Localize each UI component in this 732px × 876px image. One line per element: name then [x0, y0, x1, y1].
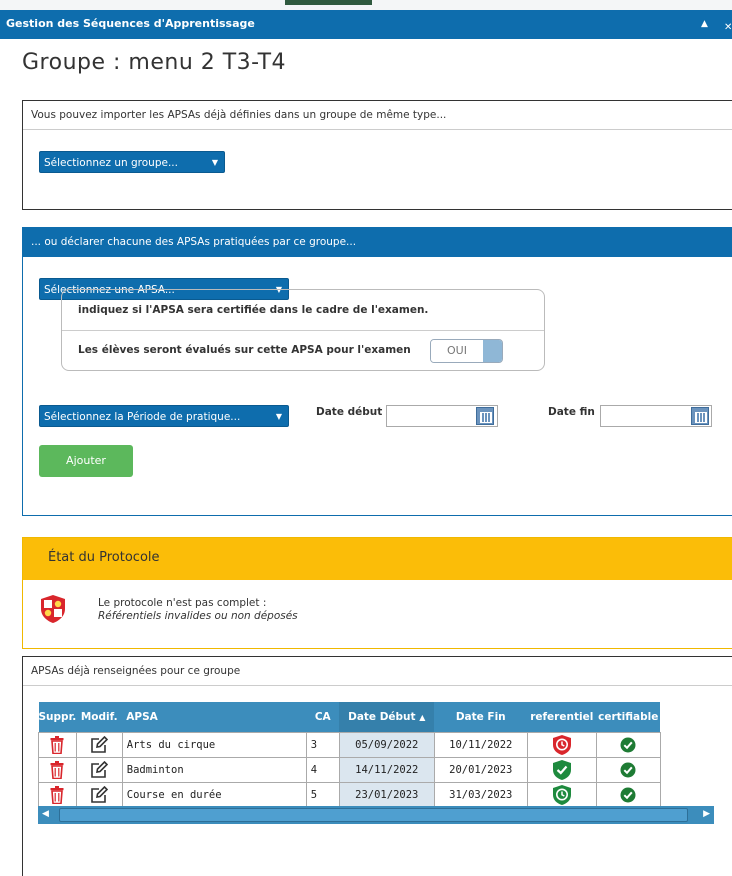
date-end-cell: 10/11/2022 — [433, 731, 528, 758]
declare-panel-header: ... ou déclarer chacune des APSAs pratiq… — [23, 228, 732, 257]
chevron-down-icon: ▼ — [275, 412, 282, 421]
trash-icon[interactable] — [50, 735, 64, 754]
edit-cell — [75, 781, 123, 808]
delete-cell — [38, 731, 77, 758]
period-select[interactable]: Sélectionnez la Période de pratique... ▼ — [39, 405, 289, 427]
date-start-label: Date début — [316, 406, 383, 418]
protocol-header: État du Protocole — [23, 538, 732, 580]
date-end-label: Date fin — [548, 406, 595, 418]
certifiable-cell — [595, 756, 661, 783]
ca-cell: 5 — [305, 781, 340, 808]
toggle-label: OUI — [431, 340, 483, 362]
edit-cell — [75, 731, 123, 758]
green-clock-shield-icon[interactable] — [552, 784, 572, 806]
ca-cell: 3 — [305, 731, 340, 758]
calendar-icon[interactable] — [691, 407, 709, 425]
horizontal-scrollbar[interactable]: ◀ ▶ — [38, 806, 714, 824]
certification-question: Les élèves seront évalués sur cette APSA… — [78, 344, 411, 356]
apsa-table-panel: APSAs déjà renseignées pour ce groupe Su… — [22, 656, 732, 876]
table-row: Badminton 4 14/11/2022 20/01/2023 — [38, 756, 661, 783]
date-start-cell: 14/11/2022 — [338, 756, 435, 783]
calendar-icon[interactable] — [476, 407, 494, 425]
referentiel-cell — [526, 781, 597, 808]
certification-box: indiquez si l'APSA sera certifiée dans l… — [61, 289, 545, 371]
scrollbar-thumb[interactable] — [59, 808, 688, 822]
column-header-sorted[interactable]: Date Début ▲ — [339, 702, 435, 732]
declare-panel: ... ou déclarer chacune des APSAs pratiq… — [22, 227, 732, 516]
referentiel-cell — [526, 731, 597, 758]
trash-icon[interactable] — [50, 760, 64, 779]
edit-icon[interactable] — [90, 735, 109, 754]
scroll-left-icon[interactable]: ◀ — [42, 809, 49, 819]
certifiable-cell — [595, 781, 661, 808]
import-panel: Vous pouvez importer les APSAs déjà défi… — [22, 100, 732, 210]
date-start-cell: 05/09/2022 — [338, 731, 435, 758]
group-select[interactable]: Sélectionnez un groupe... ▼ — [39, 151, 225, 173]
apsa-table-header: APSAs déjà renseignées pour ce groupe — [23, 657, 732, 686]
column-header[interactable]: referentiel — [527, 702, 597, 732]
referentiel-cell — [526, 756, 597, 783]
apsa-table: Suppr. Modif. APSA CA Date Début ▲ Date … — [38, 702, 661, 808]
apsa-name-cell: Course en durée — [121, 781, 307, 808]
column-header-label: APSA — [126, 710, 158, 723]
edit-icon[interactable] — [90, 760, 109, 779]
delete-cell — [38, 781, 77, 808]
page-title: Groupe : menu 2 T3-T4 — [22, 50, 287, 75]
add-button[interactable]: Ajouter — [39, 445, 133, 477]
edit-cell — [75, 756, 123, 783]
check-icon — [620, 762, 636, 777]
toggle-knob — [483, 340, 502, 362]
check-icon — [620, 737, 636, 752]
group-select-label: Sélectionnez un groupe... — [44, 157, 178, 169]
top-strip — [0, 0, 732, 10]
column-header-label: Date Début — [348, 710, 416, 723]
table-header-row: Suppr. Modif. APSA CA Date Début ▲ Date … — [38, 702, 661, 732]
import-panel-header: Vous pouvez importer les APSAs déjà défi… — [23, 101, 732, 130]
close-icon[interactable]: ✕ — [724, 14, 732, 42]
top-strip-tab — [285, 0, 372, 5]
protocol-status: Le protocole n'est pas complet : — [98, 597, 267, 609]
collapse-icon[interactable]: ▲ — [701, 10, 708, 38]
column-header[interactable]: certifiable — [596, 702, 661, 732]
date-end-cell: 31/03/2023 — [433, 781, 528, 808]
window-titlebar: Gestion des Séquences d'Apprentissage ▲ … — [0, 10, 732, 39]
edit-icon[interactable] — [90, 785, 109, 804]
red-clock-shield-icon[interactable] — [552, 734, 572, 756]
table-row: Course en durée 5 23/01/2023 31/03/2023 — [38, 781, 661, 808]
window-title: Gestion des Séquences d'Apprentissage — [6, 17, 255, 30]
column-header[interactable]: Suppr. — [38, 702, 77, 732]
column-header[interactable]: Date Fin — [434, 702, 528, 732]
sort-asc-icon: ▲ — [419, 712, 426, 722]
chevron-down-icon: ▼ — [211, 158, 218, 167]
date-start-cell: 23/01/2023 — [338, 781, 435, 808]
protocol-panel: État du Protocole Le protocole n'est pas… — [22, 537, 732, 649]
certification-info: indiquez si l'APSA sera certifiée dans l… — [62, 290, 544, 331]
column-header[interactable]: APSA — [122, 702, 307, 732]
date-end-cell: 20/01/2023 — [433, 756, 528, 783]
delete-cell — [38, 756, 77, 783]
ca-cell: 4 — [305, 756, 340, 783]
trash-icon[interactable] — [50, 785, 64, 804]
green-check-shield-icon[interactable] — [552, 759, 572, 781]
certification-toggle[interactable]: OUI — [430, 339, 503, 363]
column-header[interactable]: Modif. — [76, 702, 123, 732]
protocol-detail: Référentiels invalides ou non déposés — [98, 610, 298, 622]
column-header[interactable]: CA — [306, 702, 340, 732]
check-icon — [620, 787, 636, 802]
warning-shield-icon — [41, 595, 65, 623]
certifiable-cell — [595, 731, 661, 758]
apsa-name-cell: Badminton — [121, 756, 307, 783]
apsa-name-cell: Arts du cirque — [121, 731, 307, 758]
table-row: Arts du cirque 3 05/09/2022 10/11/2022 — [38, 731, 661, 758]
scroll-right-icon[interactable]: ▶ — [703, 809, 710, 819]
period-select-label: Sélectionnez la Période de pratique... — [44, 411, 241, 423]
